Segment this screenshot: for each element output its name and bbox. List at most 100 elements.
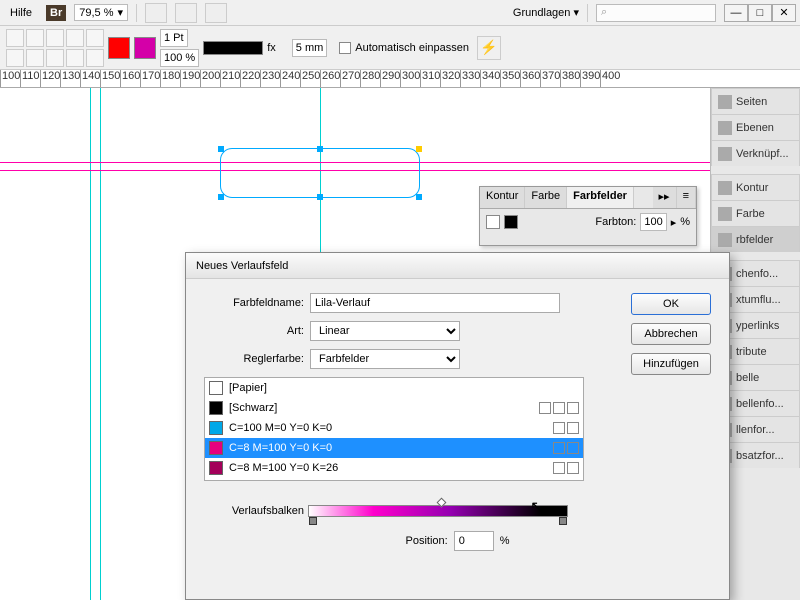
- ruler-tick: 220: [240, 70, 260, 87]
- panel-label: Ebenen: [736, 122, 774, 134]
- stroke-style[interactable]: [203, 41, 263, 55]
- menu-help[interactable]: Hilfe: [4, 5, 38, 21]
- panel-menu-icon[interactable]: ≡: [677, 187, 696, 208]
- scale-input[interactable]: 100 %: [160, 49, 199, 67]
- name-label: Farbfeldname:: [204, 297, 304, 309]
- panel-button[interactable]: rbfelder: [711, 226, 800, 252]
- zoom-dropdown[interactable]: 79,5 %▾: [74, 4, 128, 21]
- swatch-row[interactable]: [Papier]: [205, 378, 583, 398]
- panel-button[interactable]: Verknüpf...: [711, 140, 800, 166]
- panel-label: xtumflu...: [736, 294, 781, 306]
- ruler-tick: 250: [300, 70, 320, 87]
- stroke-proxy[interactable]: [504, 215, 518, 229]
- tab-kontur[interactable]: Kontur: [480, 187, 525, 208]
- panel-button[interactable]: Farbe: [711, 200, 800, 226]
- panel-button[interactable]: Ebenen: [711, 114, 800, 140]
- fill-proxy[interactable]: [486, 215, 500, 229]
- panel-button[interactable]: Kontur: [711, 174, 800, 200]
- panel-icon: [718, 147, 732, 161]
- arrange-icon[interactable]: [205, 3, 227, 23]
- swatch-indicators: [553, 462, 579, 474]
- position-unit: %: [500, 535, 510, 547]
- panel-label: Kontur: [736, 182, 768, 194]
- search-input[interactable]: ⌕: [596, 4, 716, 22]
- panel-label: Verknüpf...: [736, 148, 789, 160]
- fill-swatch[interactable]: [108, 37, 130, 59]
- tint-unit: %: [680, 216, 690, 228]
- minimize-button[interactable]: —: [724, 4, 748, 22]
- guide-vertical[interactable]: [100, 88, 101, 600]
- type-dropdown[interactable]: Linear: [310, 321, 460, 341]
- panel-icon: [718, 121, 732, 135]
- panel-label: rbfelder: [736, 234, 773, 246]
- ruler-tick: 100: [0, 70, 20, 87]
- guide-vertical[interactable]: [90, 88, 91, 600]
- screen-mode-icon[interactable]: [175, 3, 197, 23]
- ruler-tick: 390: [580, 70, 600, 87]
- swatch-color: [209, 421, 223, 435]
- swatch-row[interactable]: [Schwarz]: [205, 398, 583, 418]
- ruler-tick: 260: [320, 70, 340, 87]
- panel-label: bsatzfor...: [736, 450, 784, 462]
- ok-button[interactable]: OK: [631, 293, 711, 315]
- ruler-tick: 320: [440, 70, 460, 87]
- stopcolor-dropdown[interactable]: Farbfelder: [310, 349, 460, 369]
- add-button[interactable]: Hinzufügen: [631, 353, 711, 375]
- ruler-tick: 120: [40, 70, 60, 87]
- position-input[interactable]: [454, 531, 494, 551]
- panel-collapse-icon[interactable]: ▸▸: [653, 187, 677, 208]
- panel-icon: [718, 181, 732, 195]
- close-button[interactable]: ✕: [772, 4, 796, 22]
- gradient-ramp[interactable]: [308, 505, 568, 517]
- tab-farbfelder[interactable]: Farbfelder: [567, 187, 634, 208]
- panel-label: tribute: [736, 346, 767, 358]
- gradient-stop-right[interactable]: [559, 517, 567, 525]
- swatch-list[interactable]: [Papier] [Schwarz] C=100 M=0 Y=0 K=0 C=8 M=…: [204, 377, 584, 481]
- maximize-button[interactable]: □: [748, 4, 772, 22]
- ruler-tick: 170: [140, 70, 160, 87]
- gradient-midpoint[interactable]: [437, 498, 447, 508]
- swatches-panel: Kontur Farbe Farbfelder ▸▸ ≡ Farbton: 10…: [479, 186, 697, 246]
- bridge-badge[interactable]: Br: [46, 5, 66, 21]
- panel-icon: [718, 95, 732, 109]
- ruler-tick: 300: [400, 70, 420, 87]
- panel-icon: [718, 233, 732, 247]
- menu-bar: Hilfe Br 79,5 %▾ Grundlagen ▾ ⌕ — □ ✕: [0, 0, 800, 26]
- swatch-color: [209, 461, 223, 475]
- tab-farbe[interactable]: Farbe: [525, 187, 567, 208]
- ruler-tick: 400: [600, 70, 620, 87]
- name-input[interactable]: [310, 293, 560, 313]
- gradient-stop-left[interactable]: [309, 517, 317, 525]
- panel-label: chenfo...: [736, 268, 778, 280]
- swatch-name: [Schwarz]: [229, 402, 533, 414]
- quick-apply-icon[interactable]: ⚡: [477, 36, 501, 60]
- ruler-tick: 130: [60, 70, 80, 87]
- gap-input[interactable]: 5 mm: [292, 39, 328, 57]
- swatch-row[interactable]: C=100 M=0 Y=0 K=0: [205, 418, 583, 438]
- ruler-tick: 180: [160, 70, 180, 87]
- view-options-icon[interactable]: [145, 3, 167, 23]
- tint-input[interactable]: 100: [640, 213, 666, 231]
- swatch-row[interactable]: C=8 M=100 Y=0 K=26: [205, 458, 583, 478]
- ruler-tick: 230: [260, 70, 280, 87]
- panel-label: yperlinks: [736, 320, 779, 332]
- tool-grid[interactable]: [6, 29, 104, 67]
- panel-label: Seiten: [736, 96, 767, 108]
- workspace-dropdown[interactable]: Grundlagen ▾: [513, 6, 579, 19]
- panel-button[interactable]: Seiten: [711, 88, 800, 114]
- stroke-swatch[interactable]: [134, 37, 156, 59]
- cancel-button[interactable]: Abbrechen: [631, 323, 711, 345]
- ruler-tick: 140: [80, 70, 100, 87]
- ruler-tick: 330: [460, 70, 480, 87]
- ruler-tick: 240: [280, 70, 300, 87]
- stroke-weight-input[interactable]: 1 Pt: [160, 29, 188, 47]
- control-bar: 1 Pt 100 % fx 5 mm Automatisch einpassen…: [0, 26, 800, 70]
- fx-icon[interactable]: fx: [267, 42, 276, 54]
- swatch-color: [209, 381, 223, 395]
- autofit-checkbox[interactable]: [339, 42, 351, 54]
- panel-label: Farbe: [736, 208, 765, 220]
- swatch-row[interactable]: C=8 M=100 Y=0 K=0: [205, 438, 583, 458]
- ruler-tick: 150: [100, 70, 120, 87]
- swatch-name: C=100 M=0 Y=0 K=0: [229, 422, 547, 434]
- selected-frame[interactable]: [220, 148, 420, 198]
